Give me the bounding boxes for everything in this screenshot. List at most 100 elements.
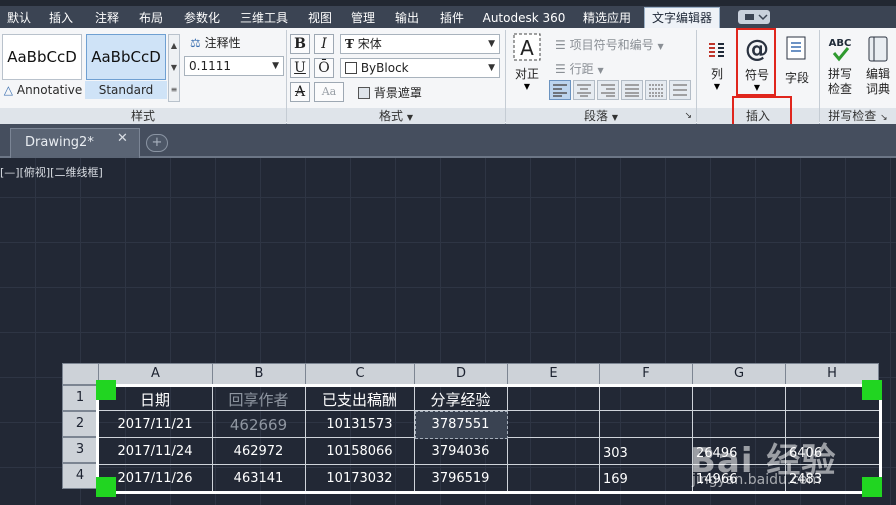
tab-annotate[interactable]: 注释: [88, 8, 126, 28]
grip-bottom-left[interactable]: [96, 477, 116, 497]
close-icon[interactable]: ✕: [117, 131, 128, 146]
edit-dictionary-button[interactable]: 编辑 词典: [860, 34, 896, 104]
chevron-down-icon: ▼: [713, 82, 721, 91]
background-mask-label: 背景遮罩: [373, 86, 422, 100]
change-case-button[interactable]: Aa: [314, 82, 344, 102]
table-corner: [62, 363, 99, 385]
distribute-button[interactable]: [645, 80, 667, 100]
strikethrough-button[interactable]: A: [290, 82, 310, 102]
tab-plugins[interactable]: 插件: [432, 8, 472, 28]
bullets-numbering-button[interactable]: ☰ 项目符号和编号 ▼: [555, 36, 664, 53]
justify-icon: A: [513, 33, 541, 61]
line-spacing-button[interactable]: ☰ 行距 ▼: [555, 60, 604, 77]
alignment-group: [549, 80, 693, 102]
chevron-down-icon: ▼: [488, 63, 495, 73]
color-dropdown[interactable]: ByBlock ▼: [340, 58, 500, 78]
align-left-icon: [553, 84, 567, 97]
insert-panel-highlight: [732, 96, 792, 126]
svg-text:A: A: [520, 36, 534, 60]
row-header-2[interactable]: 2: [62, 411, 98, 437]
color-name: ByBlock: [360, 61, 409, 75]
spell-panel-title[interactable]: 拼写检查 ↘: [820, 108, 896, 124]
column-header-f[interactable]: F: [599, 363, 693, 385]
style-standard-caption[interactable]: Standard: [85, 81, 167, 99]
ribbon-tab-bar: 默认 插入 注释 布局 参数化 三维工具 视图 管理 输出 插件 Autodes…: [0, 0, 896, 28]
ribbon: AaBbCcD △ Annotative AaBbCcD Standard ▲ ▼…: [0, 28, 896, 126]
chevron-down-icon: ▼: [406, 113, 413, 122]
field-button[interactable]: 字段: [780, 34, 814, 94]
background-mask-icon: [358, 87, 370, 99]
distribute-icon: [649, 84, 663, 97]
color-swatch-icon: [345, 62, 357, 74]
overline-button[interactable]: Ō: [314, 58, 334, 78]
paragraph-spacing-button[interactable]: [669, 80, 691, 100]
spell-check-button[interactable]: ABC 拼写 检查: [824, 34, 856, 104]
align-left-button[interactable]: [549, 80, 571, 100]
column-header-d[interactable]: D: [414, 363, 508, 385]
align-right-button[interactable]: [597, 80, 619, 100]
justify-button[interactable]: A 对正 ▼: [510, 32, 544, 102]
style-gallery-scroll[interactable]: ▲ ▼ ≡: [168, 34, 180, 102]
column-header-c[interactable]: C: [305, 363, 415, 385]
field-label: 字段: [784, 71, 809, 85]
grip-top-right[interactable]: [862, 380, 882, 400]
spell-check-icon: ABC: [829, 38, 852, 62]
align-center-icon: [577, 84, 591, 97]
italic-button[interactable]: I: [314, 34, 334, 54]
style-annotative-caption[interactable]: △ Annotative: [2, 81, 84, 99]
style-annotative-preview[interactable]: AaBbCcD: [2, 34, 82, 80]
style-standard-preview[interactable]: AaBbCcD: [86, 34, 166, 80]
title-strip: [0, 0, 896, 6]
row-header-4[interactable]: 4: [62, 463, 98, 489]
column-header-e[interactable]: E: [507, 363, 600, 385]
tab-text-editor[interactable]: 文字编辑器: [644, 7, 720, 28]
svg-text:ABC: ABC: [829, 38, 852, 49]
spell-panel-label: 拼写检查: [828, 109, 877, 123]
grip-bottom-right[interactable]: [862, 477, 882, 497]
tab-3d-tools[interactable]: 三维工具: [234, 8, 294, 28]
justify-text-button[interactable]: [621, 80, 643, 100]
column-header-g[interactable]: G: [692, 363, 786, 385]
bullets-icon: ☰: [555, 38, 566, 52]
underline-button[interactable]: U: [290, 58, 310, 78]
grip-top-left[interactable]: [96, 380, 116, 400]
tab-layout[interactable]: 布局: [132, 8, 170, 28]
paragraph-panel-title[interactable]: 段落 ▼ ↘: [506, 108, 696, 124]
chevron-down-icon: ▼: [657, 42, 664, 51]
font-dropdown[interactable]: Ŧ 宋体 ▼: [340, 34, 500, 54]
bold-button[interactable]: B: [290, 34, 310, 54]
tab-featured-apps[interactable]: 精选应用: [576, 8, 638, 28]
align-right-icon: [601, 84, 615, 97]
dialog-launcher-icon[interactable]: ↘: [684, 108, 692, 124]
viewport-controls[interactable]: [—][俯视][二维线框]: [0, 164, 103, 180]
tab-manage[interactable]: 管理: [344, 8, 382, 28]
tab-insert[interactable]: 插入: [44, 8, 78, 28]
background-mask-button[interactable]: 背景遮罩: [358, 84, 422, 101]
tab-parametric[interactable]: 参数化: [176, 8, 228, 28]
annotative-toggle[interactable]: ⚖ 注释性: [190, 34, 241, 51]
spell-check-label: 拼写 检查: [827, 67, 852, 96]
tab-autodesk-360[interactable]: Autodesk 360: [478, 8, 570, 28]
column-header-b[interactable]: B: [212, 363, 306, 385]
columns-button[interactable]: 列 ▼: [702, 40, 732, 104]
justify-label: 对正: [514, 67, 539, 81]
dialog-launcher-icon: ↘: [880, 113, 888, 123]
align-center-button[interactable]: [573, 80, 595, 100]
document-tab-label: Drawing2*: [25, 135, 94, 150]
edit-dictionary-label: 编辑 词典: [865, 67, 890, 96]
new-tab-button[interactable]: +: [146, 134, 168, 152]
text-height-field[interactable]: 0.1111 ▼: [184, 56, 284, 76]
tab-default[interactable]: 默认: [2, 8, 36, 28]
row-header-3[interactable]: 3: [62, 437, 98, 463]
document-tab-strip: Drawing2* ✕ +: [0, 124, 896, 158]
chevron-down-icon: [745, 14, 768, 21]
symbol-highlight: [736, 28, 776, 96]
row-header-1[interactable]: 1: [62, 385, 98, 411]
format-panel-title[interactable]: 格式 ▼: [287, 108, 505, 124]
ribbon-minimize-button[interactable]: [738, 10, 770, 24]
text-height-value: 0.1111: [189, 59, 231, 73]
dictionary-icon: [868, 36, 888, 62]
bullets-label: 项目符号和编号: [569, 38, 654, 52]
tab-output[interactable]: 输出: [388, 8, 426, 28]
tab-view[interactable]: 视图: [300, 8, 340, 28]
